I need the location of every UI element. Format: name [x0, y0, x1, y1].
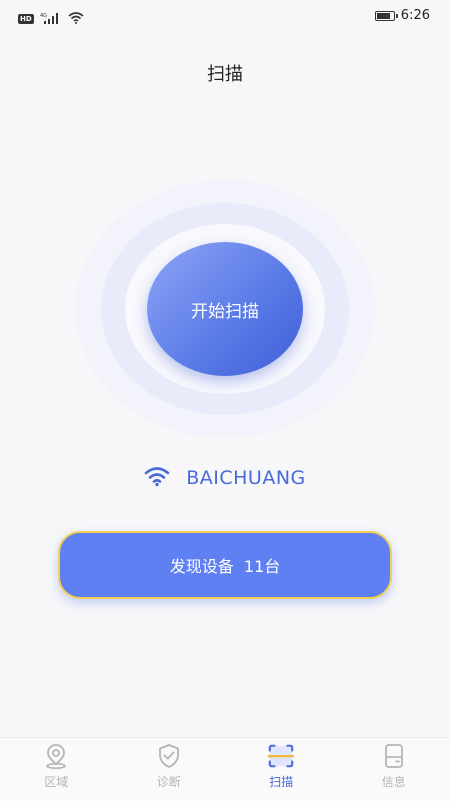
tab-area-label: 区域 — [44, 773, 68, 790]
status-time: 6:26 — [401, 8, 430, 23]
location-pin-icon — [42, 742, 70, 770]
found-devices-button[interactable]: 发现设备 11台 — [58, 531, 392, 599]
device-info-icon — [380, 742, 408, 770]
shield-check-icon — [155, 742, 183, 770]
page-title: 扫描 — [0, 60, 450, 86]
wifi-status-icon — [68, 9, 84, 28]
signal-icon: 4G — [40, 9, 62, 28]
tab-scan[interactable]: 扫描 — [225, 738, 338, 801]
battery-icon — [375, 11, 395, 21]
start-scan-label: 开始扫描 — [191, 297, 259, 322]
tab-info[interactable]: 信息 — [338, 738, 450, 801]
tab-info-label: 信息 — [382, 773, 406, 790]
hd-badge: HD — [18, 14, 34, 24]
bottom-tab-bar: 区域 诊断 扫描 — [0, 737, 450, 801]
wifi-ssid: BAICHUANG — [186, 467, 306, 489]
found-devices-label: 发现设备 11台 — [170, 553, 281, 577]
status-bar: HD 4G 6:26 — [0, 0, 450, 30]
wifi-network-row: BAICHUANG — [0, 465, 450, 491]
network-type-label: 4G — [40, 13, 47, 19]
start-scan-button[interactable]: 开始扫描 — [147, 242, 303, 376]
battery-level — [377, 13, 390, 19]
tab-diagnose[interactable]: 诊断 — [113, 738, 226, 801]
status-bar-right: 6:26 — [375, 8, 430, 23]
tab-scan-label: 扫描 — [269, 773, 293, 790]
scan-icon — [267, 742, 295, 770]
status-bar-left: HD 4G — [18, 9, 84, 28]
tab-area[interactable]: 区域 — [0, 738, 113, 801]
wifi-icon — [144, 465, 170, 491]
tab-diagnose-label: 诊断 — [157, 773, 181, 790]
scan-area: 开始扫描 — [75, 180, 375, 438]
